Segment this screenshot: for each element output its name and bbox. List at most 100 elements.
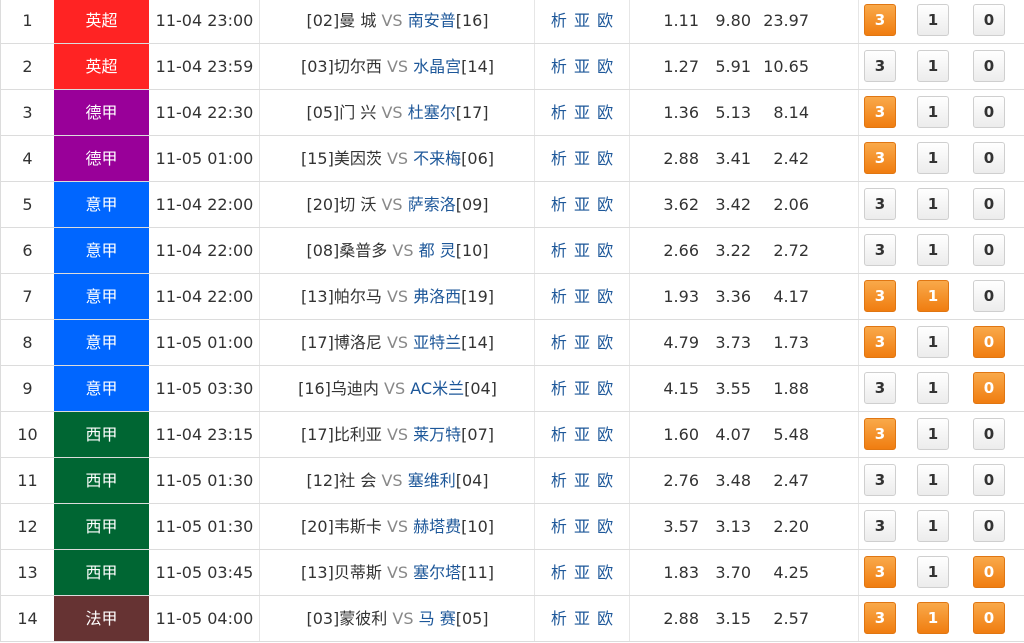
asian-odds-link[interactable]: 亚 (574, 241, 591, 260)
bet-win-button[interactable]: 3 (864, 464, 896, 496)
away-team[interactable]: 莱万特 (413, 425, 461, 444)
bet-win-button[interactable]: 3 (864, 326, 896, 358)
bet-draw-button[interactable]: 1 (917, 188, 949, 220)
away-team[interactable]: 塞维利 (408, 471, 456, 490)
league-badge[interactable]: 法甲 (54, 596, 149, 641)
home-team[interactable]: 桑普多 (339, 241, 387, 260)
home-team[interactable]: 乌迪内 (331, 379, 379, 398)
euro-odds-link[interactable]: 欧 (597, 149, 614, 168)
home-team[interactable]: 比利亚 (334, 425, 382, 444)
bet-loss-button[interactable]: 0 (973, 372, 1005, 404)
home-team[interactable]: 门 兴 (339, 103, 376, 122)
analysis-link[interactable]: 析 (551, 333, 568, 352)
bet-win-button[interactable]: 3 (864, 96, 896, 128)
bet-draw-button[interactable]: 1 (917, 4, 949, 36)
asian-odds-link[interactable]: 亚 (574, 517, 591, 536)
bet-loss-button[interactable]: 0 (973, 188, 1005, 220)
bet-draw-button[interactable]: 1 (917, 418, 949, 450)
bet-win-button[interactable]: 3 (864, 556, 896, 588)
bet-draw-button[interactable]: 1 (917, 464, 949, 496)
bet-win-button[interactable]: 3 (864, 280, 896, 312)
bet-loss-button[interactable]: 0 (973, 234, 1005, 266)
bet-win-button[interactable]: 3 (864, 188, 896, 220)
asian-odds-link[interactable]: 亚 (574, 149, 591, 168)
bet-draw-button[interactable]: 1 (917, 50, 949, 82)
home-team[interactable]: 博洛尼 (334, 333, 382, 352)
bet-loss-button[interactable]: 0 (973, 510, 1005, 542)
bet-loss-button[interactable]: 0 (973, 96, 1005, 128)
league-badge[interactable]: 西甲 (54, 458, 149, 503)
home-team[interactable]: 蒙彼利 (339, 609, 387, 628)
analysis-link[interactable]: 析 (551, 149, 568, 168)
bet-draw-button[interactable]: 1 (917, 142, 949, 174)
home-team[interactable]: 贝蒂斯 (334, 563, 382, 582)
asian-odds-link[interactable]: 亚 (574, 57, 591, 76)
away-team[interactable]: AC米兰 (410, 379, 464, 398)
league-badge[interactable]: 意甲 (54, 228, 149, 273)
analysis-link[interactable]: 析 (551, 57, 568, 76)
home-team[interactable]: 曼 城 (339, 11, 376, 30)
euro-odds-link[interactable]: 欧 (597, 57, 614, 76)
home-team[interactable]: 美因茨 (334, 149, 382, 168)
bet-loss-button[interactable]: 0 (973, 326, 1005, 358)
euro-odds-link[interactable]: 欧 (597, 563, 614, 582)
analysis-link[interactable]: 析 (551, 609, 568, 628)
bet-draw-button[interactable]: 1 (917, 326, 949, 358)
bet-loss-button[interactable]: 0 (973, 50, 1005, 82)
bet-win-button[interactable]: 3 (864, 602, 896, 634)
bet-win-button[interactable]: 3 (864, 234, 896, 266)
away-team[interactable]: 塞尔塔 (413, 563, 461, 582)
analysis-link[interactable]: 析 (551, 471, 568, 490)
away-team[interactable]: 南安普 (408, 11, 456, 30)
bet-loss-button[interactable]: 0 (973, 556, 1005, 588)
analysis-link[interactable]: 析 (551, 563, 568, 582)
euro-odds-link[interactable]: 欧 (597, 425, 614, 444)
bet-win-button[interactable]: 3 (864, 142, 896, 174)
away-team[interactable]: 不来梅 (413, 149, 461, 168)
bet-loss-button[interactable]: 0 (973, 280, 1005, 312)
bet-draw-button[interactable]: 1 (917, 602, 949, 634)
league-badge[interactable]: 西甲 (54, 412, 149, 457)
bet-loss-button[interactable]: 0 (973, 418, 1005, 450)
euro-odds-link[interactable]: 欧 (597, 103, 614, 122)
bet-win-button[interactable]: 3 (864, 510, 896, 542)
away-team[interactable]: 都 灵 (419, 241, 456, 260)
asian-odds-link[interactable]: 亚 (574, 563, 591, 582)
bet-loss-button[interactable]: 0 (973, 464, 1005, 496)
euro-odds-link[interactable]: 欧 (597, 287, 614, 306)
analysis-link[interactable]: 析 (551, 241, 568, 260)
away-team[interactable]: 水晶宫 (413, 57, 461, 76)
euro-odds-link[interactable]: 欧 (597, 471, 614, 490)
away-team[interactable]: 弗洛西 (413, 287, 461, 306)
bet-loss-button[interactable]: 0 (973, 4, 1005, 36)
analysis-link[interactable]: 析 (551, 11, 568, 30)
euro-odds-link[interactable]: 欧 (597, 517, 614, 536)
analysis-link[interactable]: 析 (551, 425, 568, 444)
league-badge[interactable]: 意甲 (54, 274, 149, 319)
asian-odds-link[interactable]: 亚 (574, 11, 591, 30)
analysis-link[interactable]: 析 (551, 195, 568, 214)
bet-draw-button[interactable]: 1 (917, 372, 949, 404)
asian-odds-link[interactable]: 亚 (574, 379, 591, 398)
league-badge[interactable]: 意甲 (54, 320, 149, 365)
euro-odds-link[interactable]: 欧 (597, 333, 614, 352)
away-team[interactable]: 马 赛 (419, 609, 456, 628)
home-team[interactable]: 切尔西 (334, 57, 382, 76)
bet-draw-button[interactable]: 1 (917, 280, 949, 312)
euro-odds-link[interactable]: 欧 (597, 609, 614, 628)
home-team[interactable]: 韦斯卡 (334, 517, 382, 536)
home-team[interactable]: 帕尔马 (334, 287, 382, 306)
asian-odds-link[interactable]: 亚 (574, 471, 591, 490)
home-team[interactable]: 切 沃 (339, 195, 376, 214)
home-team[interactable]: 社 会 (339, 471, 376, 490)
league-badge[interactable]: 意甲 (54, 366, 149, 411)
analysis-link[interactable]: 析 (551, 287, 568, 306)
bet-loss-button[interactable]: 0 (973, 142, 1005, 174)
league-badge[interactable]: 德甲 (54, 136, 149, 181)
bet-loss-button[interactable]: 0 (973, 602, 1005, 634)
asian-odds-link[interactable]: 亚 (574, 103, 591, 122)
bet-draw-button[interactable]: 1 (917, 556, 949, 588)
league-badge[interactable]: 英超 (54, 44, 149, 89)
away-team[interactable]: 萨索洛 (408, 195, 456, 214)
bet-draw-button[interactable]: 1 (917, 96, 949, 128)
